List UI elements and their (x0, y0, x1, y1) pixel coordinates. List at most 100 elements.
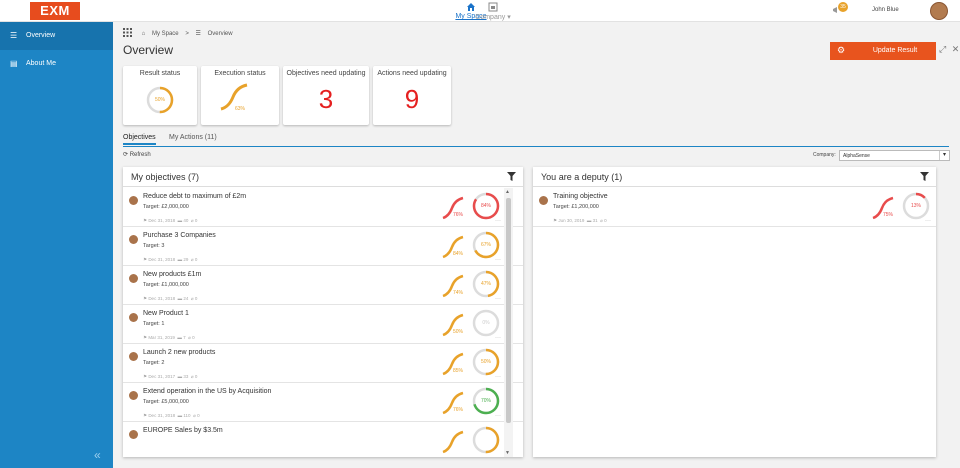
sidebar: ☰ Overview ▤ About Me « (0, 22, 113, 468)
more-options-icon[interactable]: ··· (495, 413, 501, 419)
panel-title: You are a deputy (1) (541, 172, 623, 182)
attachment-count: 0 (197, 413, 200, 418)
more-options-icon[interactable]: ··· (495, 218, 501, 224)
comment-count: 33 (183, 374, 189, 379)
flag-icon: ⚑ (143, 335, 148, 340)
owner-avatar (129, 352, 138, 361)
scrollbar[interactable]: ▲ ▼ (504, 188, 513, 457)
result-gauge (472, 426, 500, 454)
scroll-thumb[interactable] (506, 198, 511, 423)
attachment-icon: ⌀ (600, 218, 603, 223)
flag-icon: ⚑ (143, 296, 148, 301)
objective-meta: ⚑ Mar 31, 2019 ▬ 7 ⌀ 0 (143, 335, 195, 341)
execution-sparkline (442, 430, 464, 454)
result-percent: 0% (482, 320, 490, 326)
owner-avatar (129, 274, 138, 283)
kpi-objectives-need-updating[interactable]: Objectives need updating 3 (283, 66, 369, 125)
panel-header: You are a deputy (1) (533, 167, 936, 187)
objective-row[interactable]: New Product 1 Target: 1 ⚑ Mar 31, 2019 ▬ 7… (123, 305, 523, 344)
toolbar: ⟳ Refresh Company: AlphaSense ▾ (123, 150, 950, 162)
objective-date: Jun 30, 2019 (558, 218, 585, 223)
update-result-label: Update Result (872, 47, 918, 54)
owner-avatar (129, 430, 138, 439)
kpi-title: Result status (139, 70, 181, 77)
comment-icon: ▬ (177, 413, 183, 418)
company-label: Company: (813, 152, 836, 158)
objective-name[interactable]: EUROPE Sales by $3.5m (143, 427, 223, 434)
more-options-icon[interactable]: ··· (495, 296, 501, 302)
objective-date: Dec 31, 2018 (148, 257, 176, 262)
more-options-icon[interactable]: ··· (925, 218, 931, 224)
kpi-result-status[interactable]: Result status 50% (123, 66, 197, 125)
collapse-sidebar-button[interactable]: « (94, 448, 101, 462)
objective-row[interactable]: Reduce debt to maximum of £2m Target: £2,… (123, 188, 523, 227)
user-avatar[interactable] (930, 2, 948, 20)
objective-date: Mar 31, 2019 (148, 335, 175, 340)
company-icon (488, 2, 498, 12)
panel-title: My objectives (7) (131, 172, 200, 182)
expand-icon[interactable]: ⤢ (939, 44, 946, 54)
objective-row[interactable]: Training objective Target: £1,200,000 ⚑ Ju… (533, 188, 936, 227)
id-card-icon: ▤ (10, 59, 18, 68)
objective-target: Target: 2 (143, 360, 165, 366)
top-bar: EXM My Space Company ▾ 35 John Blue (0, 0, 960, 22)
objective-row[interactable]: Extend operation in the US by Acquisitio… (123, 383, 523, 422)
objective-target: Target: 1 (143, 321, 165, 327)
flag-icon: ⚑ (143, 374, 148, 379)
nav-company[interactable]: Company ▾ (474, 2, 512, 21)
objective-target: Target: £1,200,000 (553, 204, 599, 210)
objective-row[interactable]: New products £1m Target: £1,000,000 ⚑ Dec … (123, 266, 523, 305)
exm-logo[interactable]: EXM (30, 2, 80, 20)
sidebar-item-overview[interactable]: ☰ Overview (0, 22, 113, 50)
flag-icon: ⚑ (143, 413, 148, 418)
notifications[interactable]: 35 (832, 2, 848, 17)
objective-row[interactable]: EUROPE Sales by $3.5m (123, 422, 523, 457)
result-percent: 50% (480, 359, 491, 365)
close-icon[interactable]: ✕ (952, 44, 960, 54)
attachment-count: 0 (192, 335, 195, 340)
filter-icon[interactable] (507, 172, 516, 181)
breadcrumb-current: Overview (207, 31, 233, 37)
company-select[interactable]: AlphaSense ▾ (839, 150, 950, 161)
more-options-icon[interactable]: ··· (495, 374, 501, 380)
objective-row[interactable]: Launch 2 new products Target: 2 ⚑ Dec 31, … (123, 344, 523, 383)
kpi-actions-need-updating[interactable]: Actions need updating 9 (373, 66, 451, 125)
breadcrumb-home[interactable]: My Space (152, 31, 179, 37)
sidebar-item-about-me[interactable]: ▤ About Me (0, 50, 113, 78)
scroll-down-arrow[interactable]: ▼ (505, 450, 510, 456)
kpi-value: 9 (404, 84, 420, 114)
comment-icon: ▬ (177, 296, 183, 301)
flag-icon: ⚑ (143, 218, 148, 223)
objective-name[interactable]: Training objective (553, 193, 608, 200)
update-result-button[interactable]: ⚙ Update Result (830, 42, 936, 60)
tab-my-actions[interactable]: My Actions (11) (169, 134, 217, 141)
objective-name[interactable]: New Product 1 (143, 310, 189, 317)
objective-name[interactable]: Purchase 3 Companies (143, 232, 216, 239)
owner-avatar (129, 391, 138, 400)
kpi-execution-status[interactable]: Execution status 63% (201, 66, 279, 125)
result-percent: 13% (910, 203, 921, 209)
refresh-button[interactable]: ⟳ Refresh (123, 151, 151, 158)
attachment-icon: ⌀ (190, 296, 194, 301)
objective-name[interactable]: New products £1m (143, 271, 201, 278)
objective-meta: ⚑ Dec 31, 2018 ▬ 24 ⌀ 0 (143, 296, 197, 302)
owner-avatar (129, 235, 138, 244)
kpi-title: Objectives need updating (286, 70, 366, 77)
attachment-count: 0 (604, 218, 607, 223)
more-options-icon[interactable]: ··· (495, 257, 501, 263)
objective-name[interactable]: Launch 2 new products (143, 349, 215, 356)
result-percent: 84% (480, 203, 491, 209)
user-name[interactable]: John Blue (872, 7, 899, 13)
panel-header: My objectives (7) (123, 167, 523, 187)
sidebar-item-label: Overview (26, 32, 56, 39)
filter-icon[interactable] (920, 172, 929, 181)
objective-row[interactable]: Purchase 3 Companies Target: 3 ⚑ Dec 31, 2… (123, 227, 523, 266)
scroll-up-arrow[interactable]: ▲ (505, 189, 510, 195)
objective-name[interactable]: Reduce debt to maximum of £2m (143, 193, 246, 200)
objective-name[interactable]: Extend operation in the US by Acquisitio… (143, 388, 271, 395)
apps-grid-icon[interactable] (123, 28, 132, 37)
company-select-value: AlphaSense (843, 153, 870, 159)
more-options-icon[interactable]: ··· (495, 335, 501, 341)
my-objectives-panel: My objectives (7) Reduce debt to maximum… (123, 167, 523, 457)
tab-objectives[interactable]: Objectives (123, 134, 156, 145)
